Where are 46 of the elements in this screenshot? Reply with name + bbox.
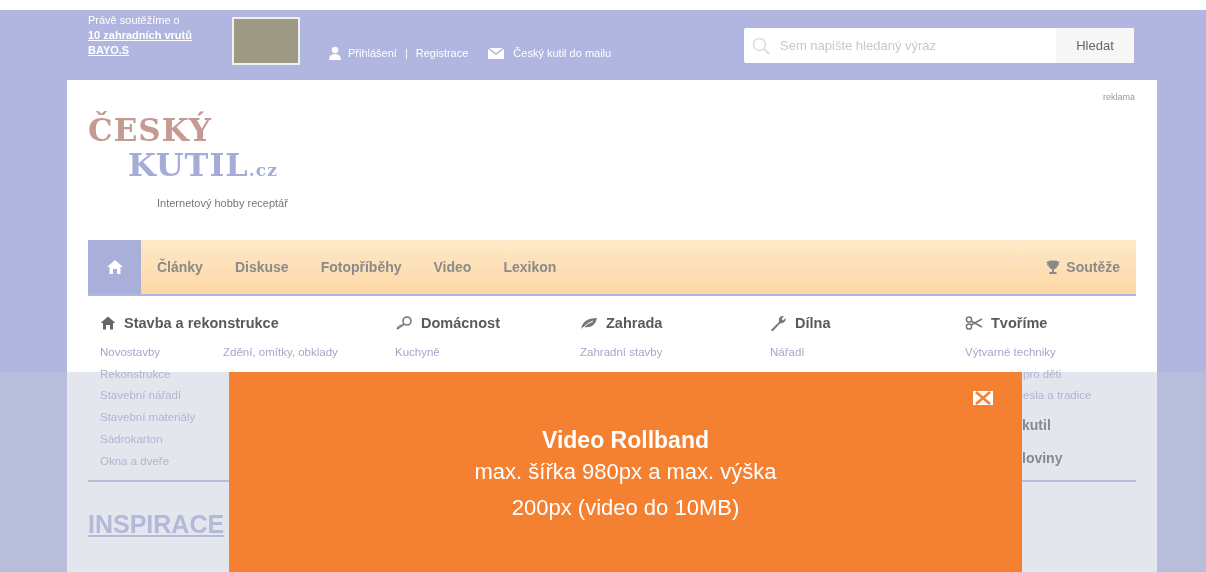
contest-prize-link[interactable]: 10 zahradních vrutů BAYO.S bbox=[88, 28, 232, 58]
nav-tab[interactable]: Video bbox=[417, 240, 488, 294]
banner-text: max. šířka 980px a max. výška 200px (video do 10MB) bbox=[473, 458, 778, 522]
nav-tab[interactable]: Lexikon bbox=[487, 240, 573, 294]
home-tab[interactable] bbox=[88, 240, 141, 294]
mail-icon bbox=[488, 47, 505, 59]
user-icon bbox=[328, 46, 342, 60]
trophy-icon bbox=[1046, 260, 1061, 274]
category-heading[interactable]: Zahrada bbox=[606, 315, 663, 331]
login-link[interactable]: Přihlášení bbox=[348, 47, 397, 59]
nav-tab[interactable]: Diskuse bbox=[218, 240, 305, 294]
logo-text: ČESKÝ bbox=[88, 112, 213, 148]
photo-placeholder bbox=[232, 17, 300, 65]
search-icon bbox=[752, 36, 770, 55]
category-heading[interactable]: Tvoříme bbox=[991, 315, 1048, 331]
wrench-icon bbox=[770, 314, 787, 332]
logo-tagline: Internetový hobby receptář bbox=[157, 197, 289, 209]
key-icon bbox=[395, 316, 413, 330]
close-icon[interactable] bbox=[973, 391, 993, 405]
category-heading[interactable]: Dílna bbox=[795, 315, 831, 331]
scissors-icon bbox=[965, 316, 983, 330]
home-icon bbox=[105, 259, 124, 275]
category-link[interactable]: Zdění, omítky, obklady bbox=[223, 342, 338, 364]
category-heading[interactable]: Domácnost bbox=[421, 315, 500, 331]
category-link[interactable]: Kuchyně bbox=[395, 342, 440, 364]
newsletter-link[interactable]: Český kutil do mailu bbox=[513, 47, 612, 59]
nav-tab[interactable]: Fotopříběhy bbox=[304, 240, 418, 294]
register-link[interactable]: Registrace bbox=[415, 47, 469, 59]
category-heading[interactable]: Stavba a rekonstrukce bbox=[124, 315, 279, 331]
separator: | bbox=[404, 47, 408, 59]
leaf-icon bbox=[580, 316, 598, 330]
category-link[interactable]: Nářadí bbox=[770, 342, 805, 364]
contests-tab[interactable]: Soutěže bbox=[1030, 240, 1136, 294]
ad-label: reklama bbox=[1103, 92, 1135, 102]
section-link[interactable]: loviny bbox=[1022, 444, 1092, 474]
contest-intro: Právě soutěžíme o bbox=[88, 13, 181, 28]
house-icon bbox=[100, 316, 116, 330]
section-link[interactable]: kutil bbox=[1022, 411, 1092, 441]
category-link[interactable]: Zahradní stavby bbox=[580, 342, 663, 364]
category-link[interactable]: Novostavby bbox=[100, 342, 223, 364]
category-link[interactable]: Rekonstrukce bbox=[100, 363, 223, 386]
banner-title: Video Rollband bbox=[541, 426, 710, 454]
nav-tab[interactable]: Články bbox=[141, 240, 219, 294]
category-link[interactable]: Výtvarné techniky bbox=[965, 342, 1092, 364]
logo-text: KUTIL.cz bbox=[128, 148, 279, 186]
search-button[interactable]: Hledat bbox=[1056, 28, 1134, 63]
